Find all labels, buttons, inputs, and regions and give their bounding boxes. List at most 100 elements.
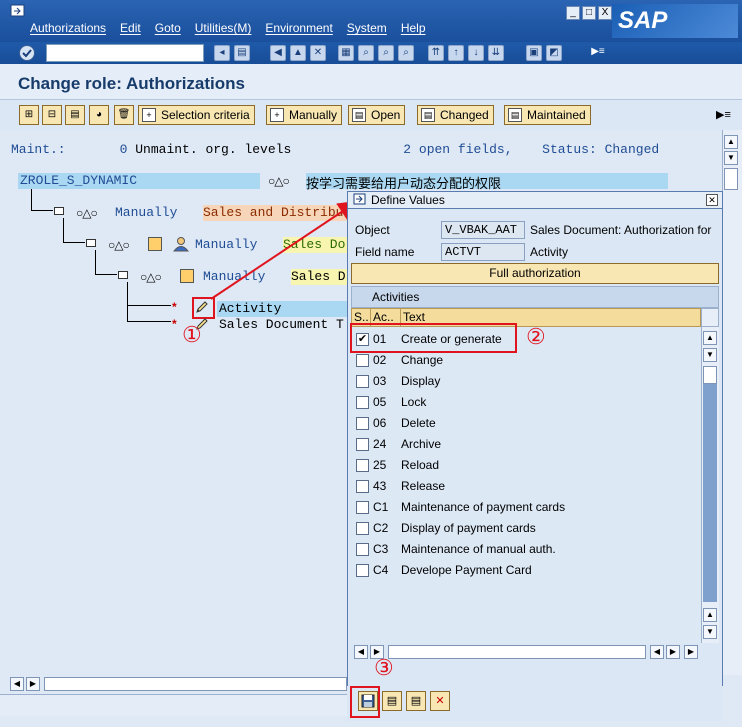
exit-icon[interactable]: ▲ xyxy=(290,45,306,61)
table-hscroll-track[interactable] xyxy=(388,645,646,659)
next-page-icon[interactable]: ↓ xyxy=(468,45,484,61)
back-icon[interactable]: ◀ xyxy=(270,45,286,61)
activity-row[interactable]: C4 Develope Payment Card xyxy=(351,560,701,581)
create-session-icon[interactable]: ▣ xyxy=(526,45,542,61)
maintained-button[interactable]: ▤ Maintained xyxy=(504,105,591,125)
scroll-up-arrow-icon[interactable]: ▲ xyxy=(724,135,738,149)
tree-line xyxy=(31,189,32,211)
find-next-icon[interactable]: ⌕ xyxy=(378,45,394,61)
activity-checkbox[interactable] xyxy=(356,501,369,514)
menu-help[interactable]: Help xyxy=(401,21,426,37)
tree-root-node[interactable]: ZROLE_S_DYNAMIC xyxy=(18,173,260,189)
find-next-2-icon[interactable]: ⌕ xyxy=(398,45,414,61)
activity-checkbox[interactable] xyxy=(356,354,369,367)
table-scroll-left-2-icon[interactable]: ◀ xyxy=(650,645,664,659)
command-field[interactable] xyxy=(46,44,204,62)
folder-icon[interactable] xyxy=(86,239,96,247)
activity-checkbox[interactable] xyxy=(356,480,369,493)
find-icon[interactable]: ⌕ xyxy=(358,45,374,61)
activity-checkbox[interactable] xyxy=(356,438,369,451)
selection-criteria-button[interactable]: + Selection criteria xyxy=(138,105,255,125)
field-sales-document-type[interactable]: Sales Document T xyxy=(219,317,344,332)
activity-checkbox[interactable] xyxy=(356,459,369,472)
menu-authorizations[interactable]: Authorizations xyxy=(30,21,106,37)
activity-checkbox[interactable] xyxy=(356,522,369,535)
menu-utilities[interactable]: Utilities(M) xyxy=(195,21,252,37)
table-scroll-left-icon[interactable]: ◀ xyxy=(354,645,368,659)
activity-row[interactable]: 06 Delete xyxy=(351,413,701,434)
activity-row[interactable]: 02 Change xyxy=(351,350,701,371)
horizontal-scrollbar-track[interactable] xyxy=(44,677,347,691)
close-window-button[interactable]: X xyxy=(598,6,612,20)
previous-page-icon[interactable]: ↑ xyxy=(448,45,464,61)
expand-all-button[interactable]: ⊞ xyxy=(19,105,39,125)
save-icon[interactable]: ▤ xyxy=(234,45,250,61)
details-button[interactable]: ▤ xyxy=(65,105,85,125)
main-vertical-scrollbar[interactable] xyxy=(722,130,742,675)
scroll-right-arrow-icon[interactable]: ▶ xyxy=(26,677,40,691)
activity-row[interactable]: C1 Maintenance of payment cards xyxy=(351,497,701,518)
scroll-left-arrow-icon[interactable]: ◀ xyxy=(10,677,24,691)
changed-button[interactable]: ▤ Changed xyxy=(417,105,494,125)
folder-icon[interactable] xyxy=(54,207,64,215)
dialog-system-icon[interactable] xyxy=(353,193,367,206)
table-scroll-down-icon[interactable]: ▼ xyxy=(703,348,717,362)
manually-button[interactable]: + Manually xyxy=(266,105,343,125)
toolbar-menu-icon[interactable]: ▶≡ xyxy=(716,108,731,121)
save-and-continue-button[interactable]: ▤ xyxy=(382,691,402,711)
activity-row[interactable]: C3 Maintenance of manual auth. xyxy=(351,539,701,560)
activity-code: 03 xyxy=(373,374,387,388)
command-field-history-icon[interactable]: ◂ xyxy=(214,45,230,61)
display-list-button[interactable]: ▤ xyxy=(406,691,426,711)
activity-row[interactable]: 43 Release xyxy=(351,476,701,497)
column-settings-icon[interactable] xyxy=(701,308,719,327)
first-page-icon[interactable]: ⇈ xyxy=(428,45,444,61)
folder-icon[interactable] xyxy=(118,271,128,279)
table-scroll-end-icon[interactable]: ▶ xyxy=(684,645,698,659)
scroll-down-arrow-icon[interactable]: ▼ xyxy=(724,151,738,165)
print-icon[interactable]: ▦ xyxy=(338,45,354,61)
table-scroll-thumb[interactable] xyxy=(703,366,717,384)
toolbar-overflow-icon[interactable]: ▶≡ xyxy=(590,45,606,61)
last-page-icon[interactable]: ⇊ xyxy=(488,45,504,61)
table-scroll-down-2-icon[interactable]: ▼ xyxy=(703,625,717,639)
field-name-description: Activity xyxy=(530,245,569,259)
add-icon: + xyxy=(142,108,156,122)
activity-checkbox[interactable] xyxy=(356,543,369,556)
activity-row[interactable]: 24 Archive xyxy=(351,434,701,455)
table-scroll-up-icon[interactable]: ▲ xyxy=(703,331,717,345)
cancel-icon[interactable]: ✕ xyxy=(310,45,326,61)
delete-button[interactable]: 🗑 xyxy=(114,105,134,125)
maximize-button[interactable]: □ xyxy=(582,6,596,20)
activity-row[interactable]: C2 Display of payment cards xyxy=(351,518,701,539)
collapse-button[interactable]: ⊟ xyxy=(42,105,62,125)
activity-code: 05 xyxy=(373,395,387,409)
activity-checkbox[interactable] xyxy=(356,417,369,430)
table-scroll-track[interactable] xyxy=(703,384,717,602)
scroll-thumb[interactable] xyxy=(724,168,738,190)
status-value: Changed xyxy=(604,142,660,157)
menu-edit[interactable]: Edit xyxy=(120,21,141,37)
dialog-close-icon[interactable]: ✕ xyxy=(706,194,718,206)
activity-checkbox[interactable] xyxy=(356,564,369,577)
minimize-button[interactable]: _ xyxy=(566,6,580,20)
open-button[interactable]: ▤ Open xyxy=(348,105,406,125)
table-scroll-up-2-icon[interactable]: ▲ xyxy=(703,608,717,622)
activity-row[interactable]: 03 Display xyxy=(351,371,701,392)
shortcut-icon[interactable]: ◩ xyxy=(546,45,562,61)
cancel-dialog-button[interactable]: ✕ xyxy=(430,691,450,711)
full-authorization-button[interactable]: Full authorization xyxy=(351,263,719,284)
system-menu-icon[interactable] xyxy=(10,4,26,18)
annotation-arrow xyxy=(210,200,359,300)
activity-checkbox[interactable] xyxy=(356,396,369,409)
activity-checkbox[interactable] xyxy=(356,375,369,388)
status-button[interactable]: ◕ xyxy=(89,105,109,125)
activity-row[interactable]: 25 Reload xyxy=(351,455,701,476)
activity-row[interactable]: 05 Lock xyxy=(351,392,701,413)
enter-check-icon[interactable] xyxy=(18,44,36,62)
menu-goto[interactable]: Goto xyxy=(155,21,181,37)
table-scroll-right-2-icon[interactable]: ▶ xyxy=(666,645,680,659)
menu-environment[interactable]: Environment xyxy=(265,21,332,37)
menu-system[interactable]: System xyxy=(347,21,387,37)
annotation-number-2: ② xyxy=(526,325,546,350)
